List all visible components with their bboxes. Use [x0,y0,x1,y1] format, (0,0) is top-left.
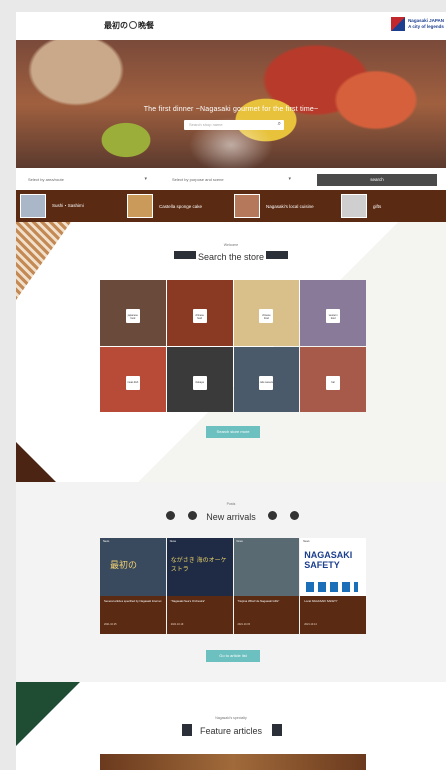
category-item[interactable]: gifts [337,194,444,218]
article-title: Several articles specified by Nagasaki I… [104,599,162,603]
store-section-title: Search the store [197,252,265,262]
store-tile[interactable]: western food [300,280,366,346]
feature-section-title: Feature articles [199,726,263,736]
article-card-image: News ながさき 海のオーケストラ [166,538,233,596]
tile-badge: western food [326,309,341,324]
purpose-select-label: Select by purpose and scene [172,177,224,182]
arrivals-kicker: Posts [226,502,236,506]
store-tile[interactable]: cafe sweets [233,346,300,412]
site-logo[interactable]: 最初の 晩餐 [104,20,154,31]
category-thumbnail [127,194,153,218]
feature-kicker: Nagasaki's specialty [215,716,247,720]
article-date: 2021.10.15 [237,623,251,626]
category-label: Castella sponge cake [159,203,203,209]
card-headline: ながさき 海のオーケストラ [170,557,227,573]
tile-badge: japanese food [125,309,140,324]
category-label: gifts [373,203,382,209]
article-card[interactable]: News NAGASAKI SAFETY Local NAGASAKI SAFE… [300,538,366,634]
chevron-down-icon: ▾ [144,176,147,182]
search-store-more-button[interactable]: Search store more [206,426,260,438]
store-tile[interactable]: izakaya [166,346,233,412]
hero-search-input[interactable]: Search shop name ⌕ [184,120,284,130]
hero-banner: The first dinner ~Nagasaki gourmet for t… [16,40,446,168]
category-item[interactable]: Sushi・Sashimi [16,194,123,218]
store-tile[interactable]: japanese food [100,280,166,346]
tile-badge: bar [326,375,341,390]
store-tile[interactable]: meat dish [100,346,166,412]
article-tag: News [169,540,177,543]
article-card-image: News [233,538,300,596]
purpose-select[interactable]: Select by purpose and scene ▾ [166,174,294,184]
category-thumbnail [20,194,46,218]
store-tile[interactable]: chinese food [166,280,233,346]
article-card-image: News NAGASAKI SAFETY [300,538,366,596]
arrivals-card-list: News 最初の Several articles specified by N… [100,538,366,634]
article-date: 2021.10.25 [104,623,117,626]
article-tag: News [236,540,243,543]
diamond-pattern [306,582,359,592]
category-item[interactable]: Nagasaki's local cuisine [230,194,337,218]
tile-badge: izakaya [192,375,207,390]
category-thumbnail [341,194,367,218]
card-logo-text: 最初の [110,561,138,571]
brand-text: Nagasaki JAPAN A city of legends [408,18,444,30]
decorative-triangle-green [16,682,80,746]
area-select-label: Select by area/route [28,177,64,182]
article-tag: News [303,540,310,543]
filter-bar: Select by area/route ▾ Select by purpose… [16,168,446,190]
category-item[interactable]: Castella sponge cake [123,194,230,218]
hero-title: The first dinner ~Nagasaki gourmet for t… [143,106,319,113]
article-tag: News [103,540,110,543]
category-thumbnail [234,194,260,218]
article-date: 2021.10.19 [170,623,184,626]
store-kicker: Welcome [223,243,239,247]
search-icon[interactable]: ⌕ [278,121,281,128]
site-header: 最初の 晩餐 Nagasaki JAPAN A city of legends [16,12,446,40]
tile-badge: meat dish [125,375,140,390]
article-card[interactable]: News ながさき 海のオーケストラ "Nagasaki Sea's Orche… [166,538,233,634]
article-list-button[interactable]: Go to article list [206,650,260,662]
logo-mark-icon [129,21,137,29]
tile-badge: cafe sweets [259,375,274,390]
store-category-grid: japanese food chinese food chinese food … [100,280,366,412]
category-label: Nagasaki's local cuisine [266,203,314,209]
nagasaki-flag-icon [391,17,406,31]
area-select[interactable]: Select by area/route ▾ [22,174,150,184]
category-label: Sushi・Sashimi [52,203,84,208]
hero-search-placeholder: Search shop name [189,122,223,127]
nagasaki-brand[interactable]: Nagasaki JAPAN A city of legends [391,17,444,31]
category-strip: Sushi・Sashimi Castella sponge cake Nagas… [16,190,446,222]
chevron-down-icon: ▾ [288,176,291,182]
tile-badge: chinese food [192,309,207,324]
article-title: "Nagasaki Sea's Orchestra" [170,599,206,603]
article-title: Local NAGASAKI SAFETY [304,599,338,603]
store-tile[interactable]: chinese food [233,280,300,346]
store-tile[interactable]: bar [300,346,366,412]
arrivals-section-title: New arrivals [206,512,256,522]
search-button[interactable]: search [317,174,437,186]
article-card[interactable]: News "Dejima Wharf de Nagasaki Gifts" 20… [233,538,300,634]
brand-line-2: A city of legends [408,24,444,29]
article-date: 2021.10.14 [304,623,317,626]
page: 最初の 晩餐 Nagasaki JAPAN A city of legends T… [16,12,446,770]
article-title: "Dejima Wharf de Nagasaki Gifts" [237,599,280,603]
article-card-image: News 最初の [100,538,166,596]
card-headline: NAGASAKI SAFETY [304,550,353,570]
tile-badge: chinese food [259,309,274,324]
article-card[interactable]: News 最初の Several articles specified by N… [100,538,166,634]
logo-text-right: 晩餐 [138,20,154,30]
logo-text-left: 最初の [104,20,128,30]
feature-article-preview[interactable] [100,754,366,770]
